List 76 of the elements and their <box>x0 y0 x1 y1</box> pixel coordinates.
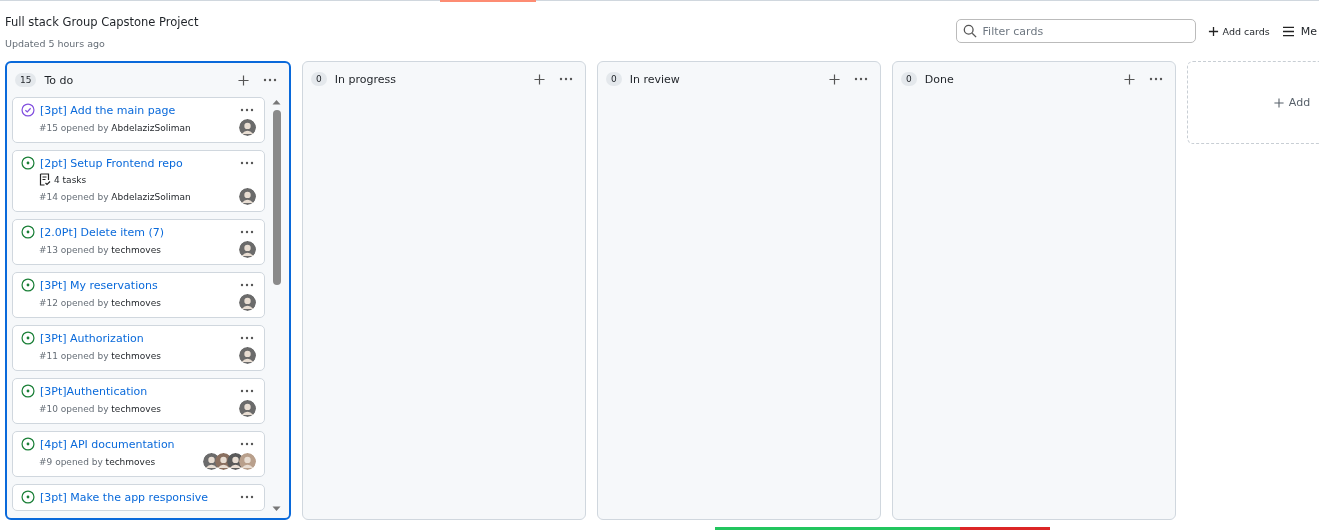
issue-card[interactable]: [3Pt]Authentication #10 opened by techmoves <box>12 378 265 424</box>
avatar-icon <box>239 188 256 205</box>
more-icon[interactable] <box>240 389 254 393</box>
more-icon[interactable] <box>240 442 254 446</box>
more-icon[interactable] <box>240 283 254 287</box>
card-count: 0 <box>311 72 327 86</box>
card-count: 0 <box>606 72 622 86</box>
plus-icon[interactable] <box>1124 73 1135 85</box>
plus-icon <box>1273 97 1284 108</box>
column-title: To do <box>44 73 74 87</box>
issue-link[interactable]: [3pt] Make the app responsive <box>40 490 209 504</box>
search-icon <box>962 24 977 38</box>
open-issue-icon <box>21 225 35 239</box>
plus-icon[interactable] <box>238 74 249 86</box>
avatar-icon <box>239 400 256 417</box>
card-count: 15 <box>15 73 37 87</box>
add-column-button[interactable]: Add <box>1187 61 1319 144</box>
project-title: Full stack Group Capstone Project <box>5 15 199 29</box>
issue-link[interactable]: [3pt] Add the main page <box>40 103 176 117</box>
issue-meta: #14 opened by AbdelazizSoliman <box>39 191 191 202</box>
more-icon[interactable] <box>240 161 254 165</box>
issue-card[interactable]: [3Pt] My reservations #12 opened by techmoves <box>12 272 265 318</box>
updated-text: Updated 5 hours ago <box>5 38 106 49</box>
menu-icon <box>1281 25 1295 37</box>
issue-card[interactable]: [2pt] Setup Frontend repo 4 tasks #14 opened by AbdelazizSoliman <box>12 150 265 212</box>
issue-meta: #15 opened by AbdelazizSoliman <box>39 122 191 133</box>
issue-card[interactable]: [3pt] Make the app responsive <box>12 484 265 511</box>
issue-link[interactable]: [2.0Pt] Delete item (7) <box>40 225 165 239</box>
issue-link[interactable]: [3Pt] My reservations <box>40 278 158 292</box>
check-circle-icon <box>21 103 35 117</box>
avatar-icon <box>239 119 256 136</box>
open-issue-icon <box>21 331 35 345</box>
more-icon[interactable] <box>240 230 254 234</box>
issue-link[interactable]: [3Pt]Authentication <box>40 384 148 398</box>
more-icon[interactable] <box>240 336 254 340</box>
open-issue-icon <box>21 437 35 451</box>
more-icon[interactable] <box>854 77 868 81</box>
plus-icon[interactable] <box>534 73 545 85</box>
issue-link[interactable]: [2pt] Setup Frontend repo <box>40 156 183 170</box>
issue-meta: #11 opened by techmoves <box>39 350 161 361</box>
task-count: 4 tasks <box>54 174 87 185</box>
more-icon[interactable] <box>240 495 254 499</box>
column-title: Done <box>924 72 954 86</box>
checklist-icon <box>39 173 51 186</box>
more-icon[interactable] <box>240 108 254 112</box>
scroll-up-arrow-icon[interactable] <box>272 99 281 105</box>
menu-button[interactable]: Me <box>1281 24 1317 38</box>
avatar-icon <box>239 241 256 258</box>
open-issue-icon <box>21 384 35 398</box>
plus-icon[interactable] <box>829 73 840 85</box>
column-title: In progress <box>334 72 396 86</box>
avatar-icon <box>239 294 256 311</box>
issue-meta: #9 opened by techmoves <box>39 456 156 467</box>
more-icon[interactable] <box>1149 77 1163 81</box>
open-issue-icon <box>21 156 35 170</box>
scroll-down-arrow-icon[interactable] <box>272 506 281 512</box>
issue-card[interactable]: [2.0Pt] Delete item (7) #13 opened by techmoves <box>12 219 265 265</box>
filter-field[interactable]: Filter cards <box>955 19 1196 43</box>
more-icon[interactable] <box>559 77 573 81</box>
issue-meta: #10 opened by techmoves <box>39 403 161 414</box>
issue-card[interactable]: [3Pt] Authorization #11 opened by techmoves <box>12 325 265 371</box>
issue-link[interactable]: [4pt] API documentation <box>40 437 175 451</box>
more-icon[interactable] <box>263 78 277 82</box>
issue-card[interactable]: [4pt] API documentation #9 opened by techmoves <box>12 431 265 477</box>
column-title: In review <box>629 72 680 86</box>
add-cards-button[interactable]: Add cards <box>1207 25 1270 37</box>
plus-icon <box>1207 25 1219 37</box>
issue-link[interactable]: [3Pt] Authorization <box>40 331 144 345</box>
card-count: 0 <box>901 72 917 86</box>
avatar-icon <box>239 347 256 364</box>
issue-card[interactable]: [3pt] Add the main page #15 opened by AbdelazizSoliman <box>12 97 265 143</box>
issue-meta: #13 opened by techmoves <box>39 244 161 255</box>
avatar-icon <box>239 453 256 470</box>
open-issue-icon <box>21 278 35 292</box>
issue-meta: #12 opened by techmoves <box>39 297 161 308</box>
open-issue-icon <box>21 490 35 504</box>
